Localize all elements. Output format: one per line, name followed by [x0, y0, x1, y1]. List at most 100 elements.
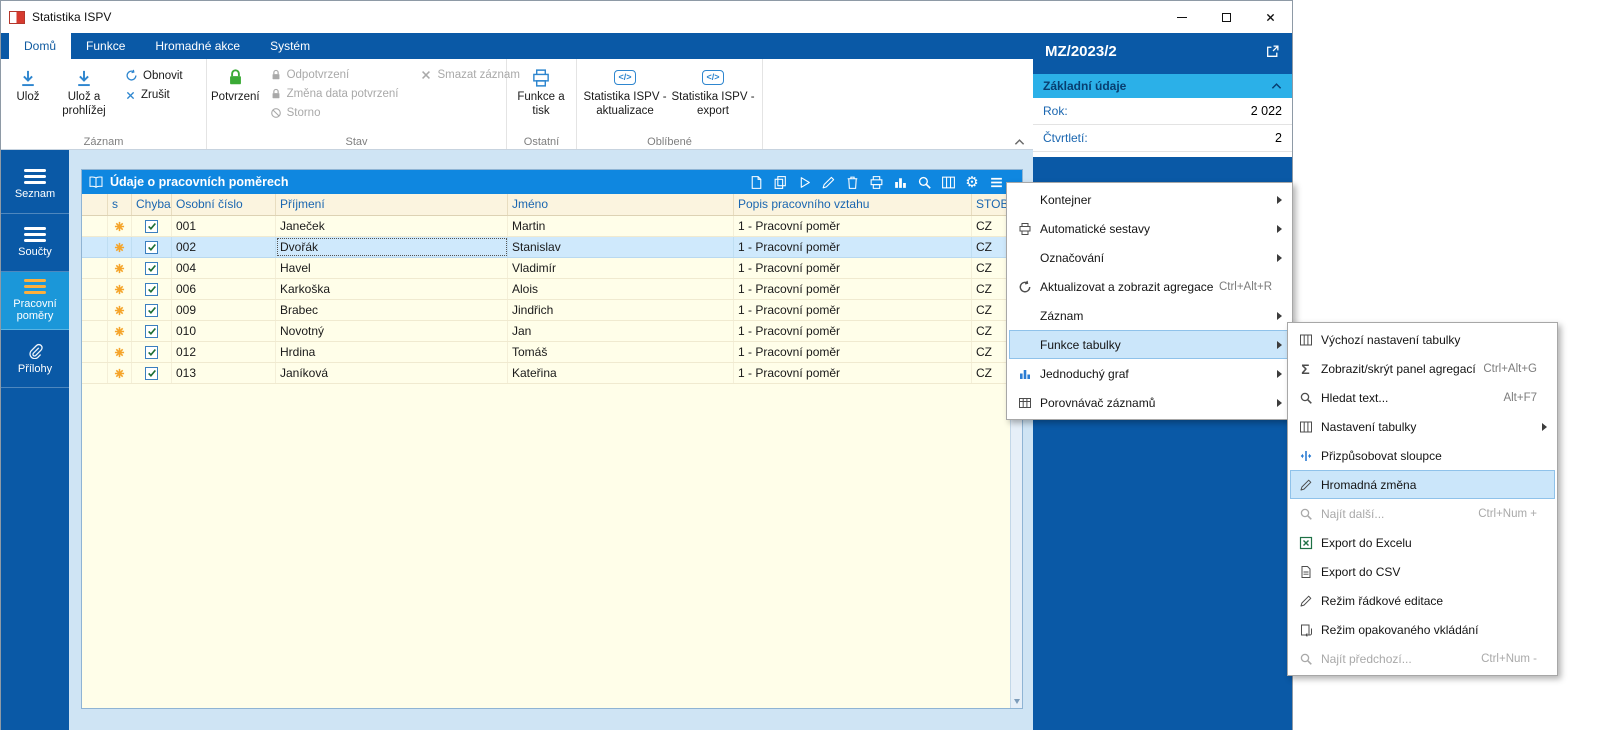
row-indicator-cell[interactable]	[82, 300, 108, 320]
ispv-export-button[interactable]: </> Statistika ISPV - export	[669, 62, 757, 119]
table-row[interactable]: 009 Brabec Jindřich 1 - Pracovní poměr C…	[82, 300, 1010, 321]
tab-funkce[interactable]: Funkce	[71, 33, 140, 59]
header-s[interactable]: s	[108, 194, 132, 215]
submenu-item-prizpusobovat-sloupce[interactable]: Přizpůsobovat sloupce	[1290, 441, 1555, 470]
cell-prijmeni[interactable]: Hrdina	[276, 342, 508, 362]
save-and-view-button[interactable]: Ulož a prohlížej	[51, 62, 117, 119]
print-button[interactable]	[868, 174, 884, 190]
field-ctvrtleti-value[interactable]: 2	[1275, 131, 1282, 145]
cell-osobni-cislo[interactable]: 013	[172, 363, 276, 383]
header-popis[interactable]: Popis pracovního vztahu	[734, 194, 972, 215]
cell-osobni-cislo[interactable]: 006	[172, 279, 276, 299]
submenu-item-export-excel[interactable]: Export do Excelu	[1290, 528, 1555, 557]
ribbon-collapse-icon[interactable]	[1014, 138, 1025, 146]
error-checkbox-cell[interactable]	[132, 237, 172, 257]
table-row-selected[interactable]: 002 Dvořák Stanislav 1 - Pracovní poměr …	[82, 237, 1010, 258]
cell-popis[interactable]: 1 - Pracovní poměr	[734, 279, 972, 299]
error-checkbox-cell[interactable]	[132, 300, 172, 320]
row-flag-cell[interactable]	[108, 363, 132, 383]
cell-jmeno[interactable]: Martin	[508, 216, 734, 236]
context-menu-item-aktualizovat-agregace[interactable]: Aktualizovat a zobrazit agregace Ctrl+Al…	[1009, 272, 1290, 301]
edit-record-button[interactable]	[820, 174, 836, 190]
submenu-item-zobrazit-skryt-panel-agregaci[interactable]: Σ Zobrazit/skrýt panel agregací Ctrl+Alt…	[1290, 354, 1555, 383]
row-indicator-cell[interactable]	[82, 321, 108, 341]
copy-record-button[interactable]	[772, 174, 788, 190]
cancel-button[interactable]: Zrušit	[125, 89, 183, 101]
search-button[interactable]	[916, 174, 932, 190]
columns-button[interactable]	[940, 174, 956, 190]
row-indicator-cell[interactable]	[82, 279, 108, 299]
checkbox-checked-icon[interactable]	[145, 262, 158, 275]
cell-osobni-cislo[interactable]: 002	[172, 237, 276, 257]
cell-jmeno[interactable]: Alois	[508, 279, 734, 299]
section-header-zakladni-udaje[interactable]: Základní údaje	[1033, 74, 1292, 98]
cell-prijmeni[interactable]: Karkoška	[276, 279, 508, 299]
cell-popis[interactable]: 1 - Pracovní poměr	[734, 300, 972, 320]
settings-button[interactable]: ⚙	[964, 174, 980, 190]
context-menu-item-oznacovani[interactable]: Označování	[1009, 243, 1290, 272]
grid-menu-button[interactable]	[988, 174, 1004, 190]
minimize-button[interactable]	[1160, 1, 1204, 33]
cell-jmeno[interactable]: Tomáš	[508, 342, 734, 362]
cell-stobc[interactable]: CZ	[972, 258, 1010, 278]
cell-jmeno[interactable]: Stanislav	[508, 237, 734, 257]
row-flag-cell[interactable]	[108, 279, 132, 299]
row-flag-cell[interactable]	[108, 258, 132, 278]
scroll-down-button[interactable]	[1011, 695, 1023, 708]
field-rok-value[interactable]: 2 022	[1251, 104, 1282, 118]
cell-stobc[interactable]: CZ	[972, 300, 1010, 320]
collapse-chevron-icon[interactable]	[1271, 82, 1282, 90]
submenu-item-hromadna-zmena[interactable]: Hromadná změna	[1290, 470, 1555, 499]
chart-button[interactable]	[892, 174, 908, 190]
sidebar-item-soucty[interactable]: Součty	[1, 214, 69, 272]
table-row[interactable]: 010 Novotný Jan 1 - Pracovní poměr CZ	[82, 321, 1010, 342]
checkbox-checked-icon[interactable]	[145, 346, 158, 359]
header-stobc[interactable]: STOBC	[972, 194, 1010, 215]
cell-prijmeni[interactable]: Havel	[276, 258, 508, 278]
cell-popis[interactable]: 1 - Pracovní poměr	[734, 321, 972, 341]
checkbox-checked-icon[interactable]	[145, 367, 158, 380]
header-osobni-cislo[interactable]: Osobní číslo	[172, 194, 276, 215]
open-external-icon[interactable]	[1265, 44, 1280, 59]
checkbox-checked-icon[interactable]	[145, 325, 158, 338]
delete-row-button[interactable]	[844, 174, 860, 190]
error-checkbox-cell[interactable]	[132, 279, 172, 299]
cell-popis[interactable]: 1 - Pracovní poměr	[734, 363, 972, 383]
cell-stobc[interactable]: CZ	[972, 279, 1010, 299]
cell-prijmeni[interactable]: Janeček	[276, 216, 508, 236]
submenu-item-nastaveni-tabulky[interactable]: Nastavení tabulky	[1290, 412, 1555, 441]
tab-system[interactable]: Systém	[255, 33, 325, 59]
cell-stobc[interactable]: CZ	[972, 237, 1010, 257]
maximize-button[interactable]	[1204, 1, 1248, 33]
table-row[interactable]: 013 Janíková Kateřina 1 - Pracovní poměr…	[82, 363, 1010, 384]
header-prijmeni[interactable]: Příjmení	[276, 194, 508, 215]
header-jmeno[interactable]: Jméno	[508, 194, 734, 215]
table-row[interactable]: 001 Janeček Martin 1 - Pracovní poměr CZ	[82, 216, 1010, 237]
cell-popis[interactable]: 1 - Pracovní poměr	[734, 342, 972, 362]
checkbox-checked-icon[interactable]	[145, 241, 158, 254]
ispv-update-button[interactable]: </> Statistika ISPV - aktualizace	[581, 62, 669, 119]
context-menu-item-automaticke-sestavy[interactable]: Automatické sestavy	[1009, 214, 1290, 243]
checkbox-checked-icon[interactable]	[145, 304, 158, 317]
cell-jmeno[interactable]: Vladimír	[508, 258, 734, 278]
cell-popis[interactable]: 1 - Pracovní poměr	[734, 216, 972, 236]
sidebar-item-pracovni-pomery[interactable]: Pracovní poměry	[1, 272, 69, 330]
row-flag-cell[interactable]	[108, 342, 132, 362]
cell-prijmeni[interactable]: Brabec	[276, 300, 508, 320]
context-menu-item-zaznam[interactable]: Záznam	[1009, 301, 1290, 330]
error-checkbox-cell[interactable]	[132, 258, 172, 278]
cell-popis[interactable]: 1 - Pracovní poměr	[734, 258, 972, 278]
cell-osobni-cislo[interactable]: 012	[172, 342, 276, 362]
error-checkbox-cell[interactable]	[132, 342, 172, 362]
cell-osobni-cislo[interactable]: 004	[172, 258, 276, 278]
submenu-item-rezim-opakovaneho-vkladani[interactable]: Režim opakovaného vkládání	[1290, 615, 1555, 644]
context-menu-item-kontejner[interactable]: Kontejner	[1009, 185, 1290, 214]
row-indicator-cell[interactable]	[82, 237, 108, 257]
tab-domu[interactable]: Domů	[9, 33, 71, 59]
error-checkbox-cell[interactable]	[132, 363, 172, 383]
row-indicator-cell[interactable]	[82, 363, 108, 383]
row-indicator-cell[interactable]	[82, 258, 108, 278]
header-chyba[interactable]: Chyba	[132, 194, 172, 215]
table-row[interactable]: 006 Karkoška Alois 1 - Pracovní poměr CZ	[82, 279, 1010, 300]
context-menu-item-jednoduchy-graf[interactable]: Jednoduchý graf	[1009, 359, 1290, 388]
